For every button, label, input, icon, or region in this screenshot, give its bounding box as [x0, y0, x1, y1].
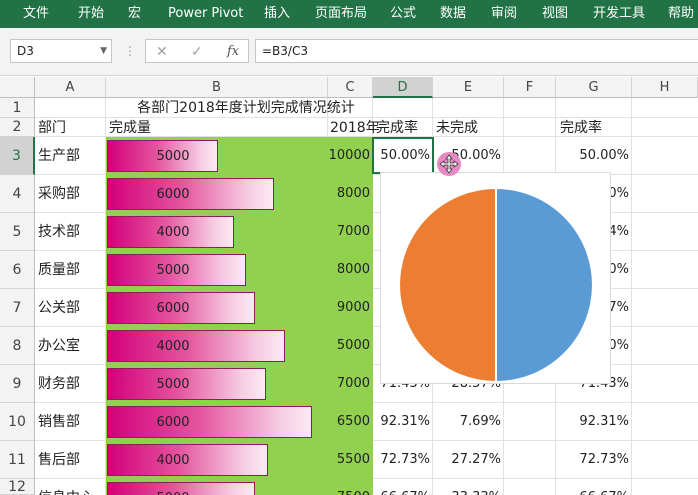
active-cell-d3[interactable]	[372, 137, 434, 174]
dept-cell[interactable]: 销售部	[38, 403, 80, 441]
row-header-3[interactable]: 3	[0, 137, 35, 175]
plan-value[interactable]: 5500	[328, 441, 373, 479]
row-header-4[interactable]: 4	[0, 175, 35, 213]
tab-macro[interactable]: 宏	[128, 0, 141, 28]
dept-cell[interactable]: 技术部	[38, 213, 80, 251]
tab-review[interactable]: 审阅	[491, 0, 517, 28]
dept-cell[interactable]: 信息中心	[38, 479, 94, 495]
row-header-1[interactable]: 1	[0, 98, 35, 118]
tab-help[interactable]: 帮助	[668, 0, 694, 28]
rate-value[interactable]: 92.31%	[373, 403, 433, 441]
header-incomplete[interactable]: 未完成	[436, 118, 478, 138]
rate-value[interactable]: 72.73%	[373, 441, 433, 479]
tab-data[interactable]: 数据	[440, 0, 466, 28]
row-header-12[interactable]: 12	[0, 479, 35, 495]
row-header-10[interactable]: 10	[0, 403, 35, 441]
column-header-b[interactable]: B	[106, 77, 328, 98]
tab-page-layout[interactable]: 页面布局	[315, 0, 367, 28]
rate2-value[interactable]: 50.00%	[556, 137, 632, 175]
name-box[interactable]: D3 ▼	[10, 39, 112, 63]
incomplete-value[interactable]: 27.27%	[433, 441, 504, 479]
header-department[interactable]: 部门	[38, 118, 66, 138]
select-all-corner[interactable]	[0, 77, 35, 98]
header-completed[interactable]: 完成量	[109, 118, 151, 138]
tab-power-pivot[interactable]: Power Pivot	[168, 0, 243, 28]
header-rate[interactable]: 完成率	[376, 118, 418, 138]
pie-slice-1[interactable]	[398, 186, 497, 384]
pie-chart-svg	[398, 186, 594, 384]
incomplete-value[interactable]: 33.33%	[433, 479, 504, 495]
completed-value[interactable]: 4000	[107, 216, 239, 250]
column-header-g[interactable]: G	[556, 77, 632, 98]
completed-value[interactable]: 6000	[107, 178, 239, 212]
tab-view[interactable]: 视图	[542, 0, 568, 28]
column-header-a[interactable]: A	[35, 77, 106, 98]
plan-value[interactable]: 8000	[328, 251, 373, 289]
dept-cell[interactable]: 公关部	[38, 289, 80, 327]
completed-value[interactable]: 4000	[107, 444, 239, 478]
move-cursor-icon	[437, 152, 461, 176]
completed-value[interactable]: 6000	[107, 292, 239, 326]
enter-icon[interactable]: ✓	[191, 42, 203, 62]
column-header-f[interactable]: F	[504, 77, 556, 98]
row-header-6[interactable]: 6	[0, 251, 35, 289]
row-header-8[interactable]: 8	[0, 327, 35, 365]
completed-value[interactable]: 5000	[107, 140, 239, 174]
row-header-7[interactable]: 7	[0, 289, 35, 327]
splitter-dots-icon[interactable]: ⋮	[124, 44, 136, 58]
dept-cell[interactable]: 财务部	[38, 365, 80, 403]
tab-file[interactable]: 文件	[23, 0, 49, 28]
completed-value[interactable]: 4000	[107, 330, 239, 364]
dept-cell[interactable]: 生产部	[38, 137, 80, 175]
pie-chart[interactable]	[380, 172, 611, 384]
dept-cell[interactable]: 售后部	[38, 441, 80, 479]
formula-buttons: ✕ ✓ fx	[145, 39, 249, 63]
column-header-c[interactable]: C	[328, 77, 373, 98]
column-header-d[interactable]: D	[373, 77, 433, 98]
completed-value[interactable]: 5000	[107, 482, 239, 495]
incomplete-value[interactable]: 7.69%	[433, 403, 504, 441]
formula-input[interactable]: =B3/C3	[255, 39, 698, 63]
row-header-5[interactable]: 5	[0, 213, 35, 251]
plan-value[interactable]: 6500	[328, 403, 373, 441]
plan-value[interactable]: 8000	[328, 175, 373, 213]
plan-value[interactable]: 5000	[328, 327, 373, 365]
completed-value[interactable]: 6000	[107, 406, 239, 440]
sheet-title[interactable]: 各部门2018年度计划完成情况统计	[36, 98, 456, 118]
name-box-value: D3	[17, 44, 34, 58]
ribbon-menu-bar: 文件 开始 宏 Power Pivot 插入 页面布局 公式 数据 审阅 视图 …	[0, 0, 698, 28]
header-rate-2[interactable]: 完成率	[560, 118, 602, 138]
chevron-down-icon[interactable]: ▼	[100, 40, 107, 62]
rate2-value[interactable]: 66.67%	[556, 479, 632, 495]
tab-developer[interactable]: 开发工具	[593, 0, 645, 28]
dept-cell[interactable]: 办公室	[38, 327, 80, 365]
row-header-11[interactable]: 11	[0, 441, 35, 479]
plan-value[interactable]: 7500	[328, 479, 373, 495]
rate2-value[interactable]: 92.31%	[556, 403, 632, 441]
completed-value[interactable]: 5000	[107, 254, 239, 288]
tab-insert[interactable]: 插入	[264, 0, 290, 28]
formula-bar: D3 ▼ ⋮ ✕ ✓ fx =B3/C3	[0, 28, 698, 76]
rate-value[interactable]: 66.67%	[373, 479, 433, 495]
tab-home[interactable]: 开始	[78, 0, 104, 28]
dept-cell[interactable]: 质量部	[38, 251, 80, 289]
pie-slice-0[interactable]	[495, 186, 594, 384]
column-header-h[interactable]: H	[632, 77, 698, 98]
dept-cell[interactable]: 采购部	[38, 175, 80, 213]
plan-value[interactable]: 7000	[328, 365, 373, 403]
tab-formulas[interactable]: 公式	[390, 0, 416, 28]
rate2-value[interactable]: 72.73%	[556, 441, 632, 479]
header-plan[interactable]: 2018年	[330, 118, 380, 138]
column-header-e[interactable]: E	[433, 77, 504, 98]
plan-value[interactable]: 7000	[328, 213, 373, 251]
insert-function-icon[interactable]: fx	[227, 42, 239, 62]
row-header-9[interactable]: 9	[0, 365, 35, 403]
plan-value[interactable]: 9000	[328, 289, 373, 327]
row-header-2[interactable]: 2	[0, 118, 35, 137]
completed-value[interactable]: 5000	[107, 368, 239, 402]
cancel-icon[interactable]: ✕	[156, 42, 168, 62]
plan-value[interactable]: 10000	[328, 137, 373, 175]
